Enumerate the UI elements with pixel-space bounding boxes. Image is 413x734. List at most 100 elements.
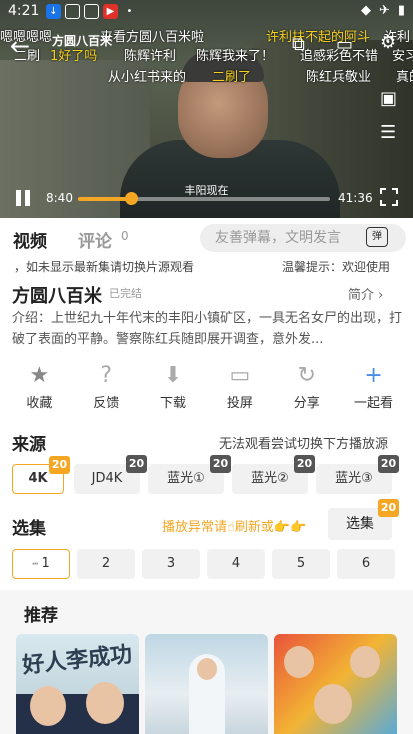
comment-count: 0 — [121, 229, 129, 243]
app-notification-icon: ↓ — [46, 4, 61, 19]
source-bluray-3[interactable]: 蓝光③ 20 — [316, 455, 399, 494]
fullscreen-icon[interactable] — [380, 188, 398, 206]
episode-4[interactable]: 4 — [207, 549, 265, 579]
source-note: 无法观看尝试切换下方播放源 — [219, 437, 389, 452]
danmaku: 陈辉许利 — [124, 49, 177, 64]
danmaku: 许利扶不起的阿斗 — [266, 30, 371, 45]
airplane-icon: ✈ — [378, 3, 390, 18]
back-arrow-icon[interactable]: ← — [10, 32, 30, 60]
tab-bar: 视频 评论 0 友善弹幕，文明发言 弹 — [0, 222, 413, 254]
poster-face — [197, 658, 217, 680]
episodes-button-label: 选集 — [346, 516, 374, 532]
danmaku-toggle-icon[interactable]: ▣ — [380, 88, 397, 109]
danmaku: 陈辉我来了！ — [196, 49, 275, 64]
watch-together-button[interactable]: + 一起看 — [343, 360, 405, 416]
poster-face — [284, 646, 314, 678]
tab-video[interactable]: 视频 — [13, 227, 47, 252]
notice-marquee: ，如未显示最新集请切换片源观看 温馨提示：欢迎使用 — [0, 258, 413, 276]
episode-1[interactable]: ┅ 1 — [12, 549, 70, 579]
feedback-button[interactable]: ? 反馈 — [75, 360, 137, 416]
action-label: 下载 — [160, 396, 187, 411]
favorite-button[interactable]: ★ 收藏 — [8, 360, 70, 416]
notice-tip: 温馨提示：欢迎使用 — [282, 260, 391, 274]
video-app-icon: ▶ — [103, 4, 118, 19]
episode-2[interactable]: 2 — [77, 549, 135, 579]
source-badge: 20 — [126, 455, 147, 473]
status-bar: 4:21 ↓ ▶ • ◆ ✈ ▮ — [0, 0, 413, 24]
episode-3[interactable]: 3 — [142, 549, 200, 579]
source-bluray-2[interactable]: 蓝光② 20 — [232, 455, 315, 494]
source-4k[interactable]: 4K 20 — [12, 456, 70, 494]
download-icon: ⬇ — [163, 363, 183, 388]
pause-icon[interactable] — [14, 190, 32, 206]
brief-link[interactable]: 简介 › — [348, 284, 383, 303]
action-label: 分享 — [293, 396, 320, 411]
poster-face — [350, 646, 380, 678]
source-title: 来源 — [12, 435, 46, 455]
poster-row: 好人李成功 — [16, 634, 400, 734]
status-time: 4:21 — [8, 3, 40, 19]
poster-2[interactable] — [145, 634, 268, 734]
battery-icon: ▮ — [397, 3, 405, 18]
progress-fill — [78, 197, 131, 201]
cast-icon[interactable]: ▭ — [336, 34, 353, 55]
episodes-badge: 20 — [378, 499, 399, 517]
danmaku: 二刷了 — [212, 70, 252, 85]
wifi-icon: ◆ — [360, 3, 371, 18]
source-label: 蓝光③ — [335, 471, 373, 486]
video-title: 方圆八百米 — [52, 34, 113, 48]
source-bluray-1[interactable]: 蓝光① 20 — [148, 455, 231, 494]
poster-1[interactable]: 好人李成功 — [16, 634, 139, 734]
star-icon: ★ — [29, 363, 50, 388]
danmaku: 从小红书来的 — [108, 70, 187, 85]
action-label: 收藏 — [26, 396, 53, 411]
pip-icon[interactable]: ⧉ — [292, 34, 305, 55]
action-row: ★ 收藏 ? 反馈 ⬇ 下载 ▭ 投屏 ↻ 分享 + 一起看 — [0, 360, 413, 416]
status-badge: 已完结 — [109, 287, 142, 300]
show-description: 介绍：上世纪九十年代末的丰阳小镇矿区，一具无名女尸的出现，打破了表面的平静。警察… — [12, 311, 402, 347]
poster-title: 好人李成功 — [21, 641, 134, 679]
episode-6[interactable]: 6 — [337, 549, 395, 579]
progress-bar[interactable] — [78, 192, 330, 205]
show-title: 方圆八百米 — [12, 286, 102, 307]
source-badge: 20 — [49, 456, 70, 474]
danmaku: 真的 — [396, 70, 413, 85]
source-badge: 20 — [294, 455, 315, 473]
danmaku: 来看方圆八百米啦 — [100, 30, 205, 45]
player-controls: 8:40 41:36 — [0, 182, 413, 218]
poster-face — [30, 686, 66, 726]
question-icon: ? — [100, 363, 113, 388]
danmaku-send-icon[interactable]: 弹 — [366, 227, 388, 247]
danmaku-settings-icon[interactable]: ☰ — [380, 122, 396, 143]
add-user-icon: + — [364, 363, 383, 388]
download-button[interactable]: ⬇ 下载 — [142, 360, 204, 416]
video-player[interactable]: 4:21 ↓ ▶ • ◆ ✈ ▮ 嗯嗯嗯嗯 来看方圆八百米啦 许利扶不起的阿斗 … — [0, 0, 413, 218]
gear-icon[interactable]: ⚙ — [380, 32, 396, 53]
action-label: 反馈 — [93, 396, 120, 411]
source-label: JD4K — [91, 471, 123, 486]
source-jd4k[interactable]: JD4K 20 — [74, 455, 147, 494]
poster-face — [314, 684, 352, 724]
action-label: 一起看 — [354, 396, 394, 411]
action-label: 投屏 — [226, 396, 253, 411]
episodes-note: 播放异常请☝刷新或👉👉 — [162, 520, 307, 535]
current-time: 8:40 — [46, 191, 73, 205]
box-icon — [65, 4, 80, 19]
progress-handle[interactable] — [124, 192, 138, 205]
recommend-title: 推荐 — [24, 606, 58, 626]
source-label: 蓝光① — [167, 471, 205, 486]
tab-comments[interactable]: 评论 — [78, 227, 112, 252]
duration: 41:36 — [338, 191, 373, 205]
episode-label: 1 — [41, 556, 50, 571]
episode-5[interactable]: 5 — [272, 549, 330, 579]
source-badge: 20 — [210, 455, 231, 473]
cast-button[interactable]: ▭ 投屏 — [209, 360, 271, 416]
tv-icon: ▭ — [229, 363, 251, 388]
episodes-button[interactable]: 选集 20 — [328, 499, 399, 540]
danmaku: 陈红兵敬业 — [306, 70, 372, 85]
source-label: 蓝光② — [251, 471, 289, 486]
share-button[interactable]: ↻ 分享 — [276, 360, 338, 416]
poster-face — [86, 682, 124, 724]
episodes-title: 选集 — [12, 519, 46, 539]
poster-3[interactable] — [274, 634, 397, 734]
